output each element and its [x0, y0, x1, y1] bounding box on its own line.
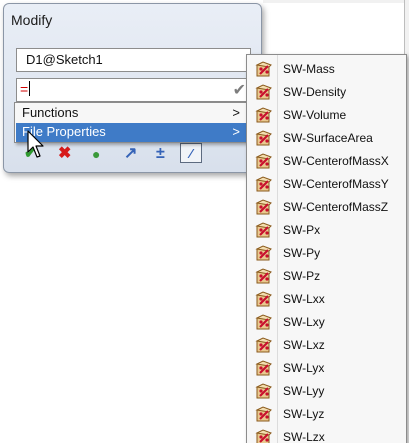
- property-icon: [255, 176, 273, 193]
- dialog-title: Modify: [11, 12, 53, 28]
- menu-item-label: Functions: [22, 105, 79, 120]
- property-icon: [255, 360, 273, 377]
- submenu-arrow-icon: >: [232, 105, 240, 120]
- submenu-item-label: SW-Density: [283, 85, 347, 99]
- property-icon: [255, 107, 273, 124]
- property-icon: [255, 153, 273, 170]
- window-frame-top: [263, 0, 409, 3]
- submenu-item-label: SW-SurfaceArea: [283, 131, 373, 145]
- dimension-value-input[interactable]: = ✔: [16, 78, 251, 102]
- dimension-name-field[interactable]: D1@Sketch1: [16, 48, 251, 72]
- submenu-item[interactable]: SW-Density: [247, 81, 406, 104]
- submenu-item[interactable]: SW-Mass: [247, 58, 406, 81]
- submenu-item[interactable]: SW-Lxy: [247, 311, 406, 334]
- submenu-item[interactable]: SW-CenterofMassX: [247, 150, 406, 173]
- text-caret: [29, 81, 31, 96]
- property-icon: [255, 222, 273, 239]
- submenu-item-label: SW-Lyz: [283, 407, 325, 421]
- cancel-x-icon[interactable]: ✖: [58, 144, 71, 164]
- menu-item-file-properties[interactable]: File Properties >: [16, 123, 249, 142]
- property-icon: [255, 61, 273, 78]
- submenu-item[interactable]: SW-Px: [247, 219, 406, 242]
- submenu-item-label: SW-Mass: [283, 62, 335, 76]
- submenu-item-label: SW-CenterofMassX: [283, 154, 389, 168]
- submenu-item-label: SW-CenterofMassY: [283, 177, 389, 191]
- submenu-item-label: SW-Lxy: [283, 315, 325, 329]
- submenu-item[interactable]: SW-Volume: [247, 104, 406, 127]
- property-icon: [255, 429, 273, 443]
- property-icon: [255, 337, 273, 354]
- property-icon: [255, 383, 273, 400]
- submenu-item[interactable]: SW-Lyx: [247, 357, 406, 380]
- mouse-pointer-icon: [27, 130, 44, 158]
- submenu-item[interactable]: SW-Lyz: [247, 403, 406, 426]
- value-text: =: [20, 81, 29, 97]
- submenu-item[interactable]: SW-CenterofMassZ: [247, 196, 406, 219]
- submenu-item-label: SW-Px: [283, 223, 321, 237]
- check-icon[interactable]: ✔: [233, 80, 246, 100]
- submenu-item-label: SW-Lzx: [283, 430, 325, 443]
- property-icon: [255, 245, 273, 262]
- equation-context-menu: Functions > File Properties >: [14, 102, 251, 143]
- mark-dimension-icon[interactable]: ⁄: [180, 143, 202, 163]
- property-icon: [255, 268, 273, 285]
- submenu-item[interactable]: SW-Lzx: [247, 426, 406, 443]
- dialog-toolbar: ✔ ✖ ● ↗ ± ⁄: [24, 143, 234, 166]
- submenu-item-label: SW-Lyy: [283, 384, 325, 398]
- spin-increment-icon[interactable]: ±: [156, 144, 165, 164]
- submenu-item[interactable]: SW-Pz: [247, 265, 406, 288]
- rebuild-icon[interactable]: ●: [92, 144, 100, 164]
- property-icon: [255, 84, 273, 101]
- submenu-item-label: SW-CenterofMassZ: [283, 200, 389, 214]
- submenu-item[interactable]: SW-Lxx: [247, 288, 406, 311]
- submenu-item-label: SW-Py: [283, 246, 321, 260]
- submenu-item-label: SW-Lxz: [283, 338, 325, 352]
- submenu-item-label: SW-Volume: [283, 108, 347, 122]
- menu-item-functions[interactable]: Functions >: [16, 104, 249, 123]
- submenu-item[interactable]: SW-CenterofMassY: [247, 173, 406, 196]
- reverse-icon[interactable]: ↗: [124, 144, 137, 164]
- submenu-item[interactable]: SW-Lyy: [247, 380, 406, 403]
- submenu-item-label: SW-Lxx: [283, 292, 325, 306]
- submenu-item[interactable]: SW-Lxz: [247, 334, 406, 357]
- submenu-item[interactable]: SW-SurfaceArea: [247, 127, 406, 150]
- file-properties-submenu: SW-Mass SW-Density SW-Volume SW-SurfaceArea…: [246, 54, 407, 443]
- property-icon: [255, 130, 273, 147]
- screenshot-stage: Modify D1@Sketch1 = ✔ ✔ ✖ ● ↗ ± ⁄ Functi…: [0, 0, 409, 443]
- submenu-item[interactable]: SW-Py: [247, 242, 406, 265]
- submenu-item-label: SW-Lyx: [283, 361, 325, 375]
- property-icon: [255, 199, 273, 216]
- submenu-arrow-icon: >: [232, 124, 240, 139]
- property-icon: [255, 314, 273, 331]
- submenu-item-label: SW-Pz: [283, 269, 321, 283]
- property-icon: [255, 406, 273, 423]
- property-icon: [255, 291, 273, 308]
